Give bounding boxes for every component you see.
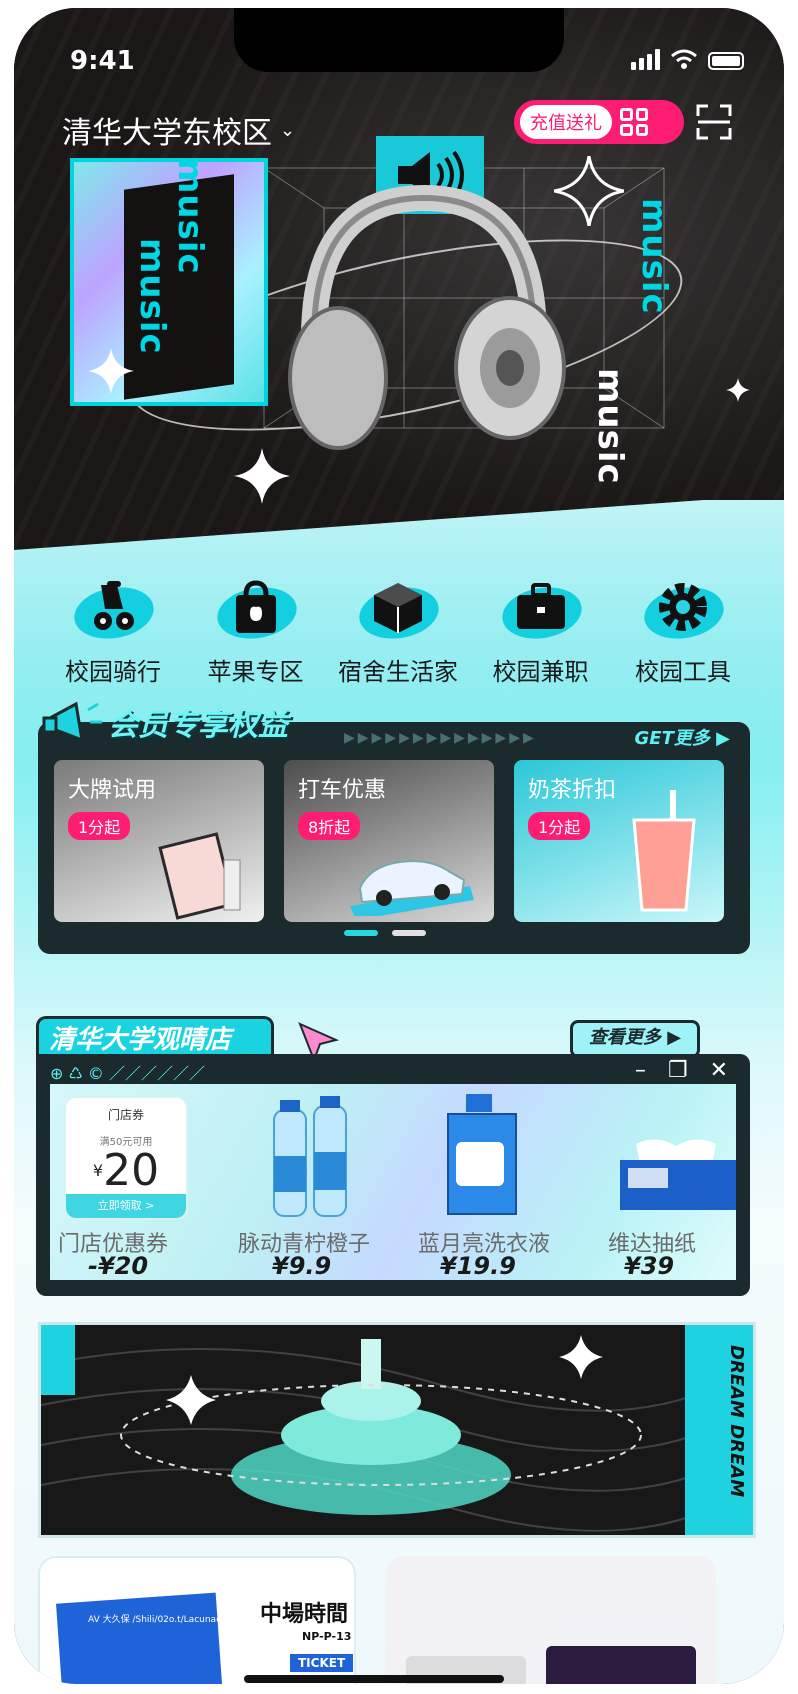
category-campus-tools[interactable]: 校园工具 [618,570,748,687]
benefit-card-title: 奶茶折扣 [528,778,617,803]
see-more-label: 查看更多 [588,1027,661,1048]
milk-tea-image [632,790,696,912]
recharge-label: 充值送礼 [520,105,612,139]
scan-icon[interactable] [696,104,732,140]
banner-side-text: DREAM DREAM [726,1345,747,1498]
benefit-card-badge: 1分起 [528,812,591,840]
wifi-icon [671,49,697,69]
benefit-card-taxi-discount[interactable]: 打车优惠 8折起 [284,760,494,922]
main-content: 校园骑行 苹果专区 宿舍生活家 校园兼职 校园工具 会员专享权益 ▶▶▶▶▶▶▶… [14,500,784,1684]
car-image [350,860,474,916]
music-text: music [170,158,210,275]
qr-code-icon[interactable] [620,108,648,136]
coupon-header: 门店券 [107,1108,144,1122]
status-time: 9:41 [70,46,135,76]
tissue-box-image [620,1139,736,1210]
category-campus-parttime[interactable]: 校园兼职 [476,570,606,687]
member-benefits-panel: 会员专享权益 ▶▶▶▶▶▶▶▶▶▶▶▶▶▶ GET更多 ▶ 大牌试用 1分起 打… [38,701,750,954]
scooter-icon [68,570,158,644]
sparkle-icon [88,348,134,394]
see-more-button[interactable]: 查看更多 ▶ [570,1020,700,1058]
product-promo-card[interactable] [386,1556,716,1684]
category-row: 校园骑行 苹果专区 宿舍生活家 校园兼职 校园工具 [48,570,748,687]
benefit-card-milk-tea[interactable]: 奶茶折扣 1分起 [514,760,724,922]
play-arrow-icon: ▶ [716,728,730,749]
benefit-card-badge: 1分起 [68,812,131,840]
category-apple-zone[interactable]: 苹果专区 [191,570,321,687]
member-benefits-title: 会员专享权益 [108,708,288,743]
headphones-image [288,184,566,450]
product-price: ¥39 [624,1252,675,1280]
category-label: 校园骑行 [65,658,161,686]
package-box-icon [353,570,443,644]
category-label: 校园工具 [635,658,731,686]
coupon-amount: ¥20 [92,1145,160,1196]
signal-icon [631,48,660,70]
arrow-decoration: ▶▶▶▶▶▶▶▶▶▶▶▶▶▶ [344,730,537,746]
status-icons [631,48,744,70]
store-title: 清华大学观晴店 [36,1016,274,1056]
window-controls: – ❐ ✕ [635,1058,728,1083]
music-text: music [634,198,674,315]
music-text: music [132,238,172,355]
benefit-card-title: 打车优惠 [298,778,387,803]
phone-screen: music music music music 9:41 清华大学东校区 ⌄ 充… [14,8,784,1684]
ticket-label: TICKET [290,1654,354,1672]
product-price: -¥20 [88,1252,149,1280]
carousel-indicator [344,930,426,936]
product-price: ¥9.9 [272,1252,332,1280]
sparkle-icon [554,156,624,226]
store-products: 门店券 满50元可用 ¥20 立即领取 > 门店优惠券 -¥20 脉动青柠橙子 … [50,1084,736,1280]
location-label: 清华大学东校区 [62,116,272,151]
campus-location-selector[interactable]: 清华大学东校区 ⌄ [62,108,295,152]
device-notch [234,8,564,72]
get-more-link[interactable]: GET更多 ▶ [635,724,730,750]
banner-artwork [41,1325,753,1532]
coupon-claim-button[interactable]: 立即领取 > [66,1194,186,1218]
minimize-icon[interactable]: – [635,1058,646,1083]
benefit-card-brand-trial[interactable]: 大牌试用 1分起 [54,760,264,922]
get-more-label: GET更多 [634,728,710,749]
ticket-small-text: AV 大久保 /Shili/02o.t/Lacunae [88,1615,222,1625]
window-bar-icons: ⊕ ♺ © ／／／／／／ [50,1064,206,1083]
detergent-image [447,1094,517,1215]
tablet-image [546,1646,696,1684]
briefcase-icon [496,570,586,644]
megaphone-icon [42,701,102,743]
apple-bag-icon [211,570,301,644]
chevron-down-icon: ⌄ [280,119,296,141]
category-label: 宿舍生活家 [338,658,458,686]
close-icon[interactable]: ✕ [710,1058,728,1083]
store-panel: ⊕ ♺ © ／／／／／／ – ❐ ✕ 门店券 满50元可用 ¥20 立即领取 > [36,1054,750,1296]
gear-icon [638,570,728,644]
restore-icon[interactable]: ❐ [668,1058,688,1083]
category-campus-riding[interactable]: 校园骑行 [48,570,178,687]
hero-banner[interactable]: music music music music 9:41 清华大学东校区 ⌄ 充… [14,8,784,568]
ticket-promo-card[interactable]: AV 大久保 /Shili/02o.t/Lacunae 中場時間 NP-P-13… [38,1556,356,1684]
drink-bottles-image [273,1096,347,1217]
home-indicator [244,1675,504,1683]
category-label: 苹果专区 [207,658,304,686]
perfume-image [158,832,241,920]
sparkle-icon [726,378,750,402]
recharge-gift-button[interactable]: 充值送礼 [514,100,684,144]
benefit-card-title: 大牌试用 [68,778,157,803]
battery-icon [708,52,744,70]
music-text: music [590,368,630,485]
banner-side-strip: DREAM DREAM [685,1325,753,1535]
category-dorm-life[interactable]: 宿舍生活家 [333,570,463,687]
ticket-code: NP-P-13 [302,1630,352,1643]
promo-banner[interactable]: DREAM DREAM [38,1322,756,1538]
ticket-title: 中場時間 [260,1602,349,1627]
category-label: 校园兼职 [492,658,589,686]
product-price: ¥19.9 [440,1252,516,1280]
store-coupon[interactable]: 门店券 满50元可用 ¥20 立即领取 > [66,1098,186,1218]
sparkle-icon [234,448,290,504]
ticket-graphic [56,1592,224,1684]
